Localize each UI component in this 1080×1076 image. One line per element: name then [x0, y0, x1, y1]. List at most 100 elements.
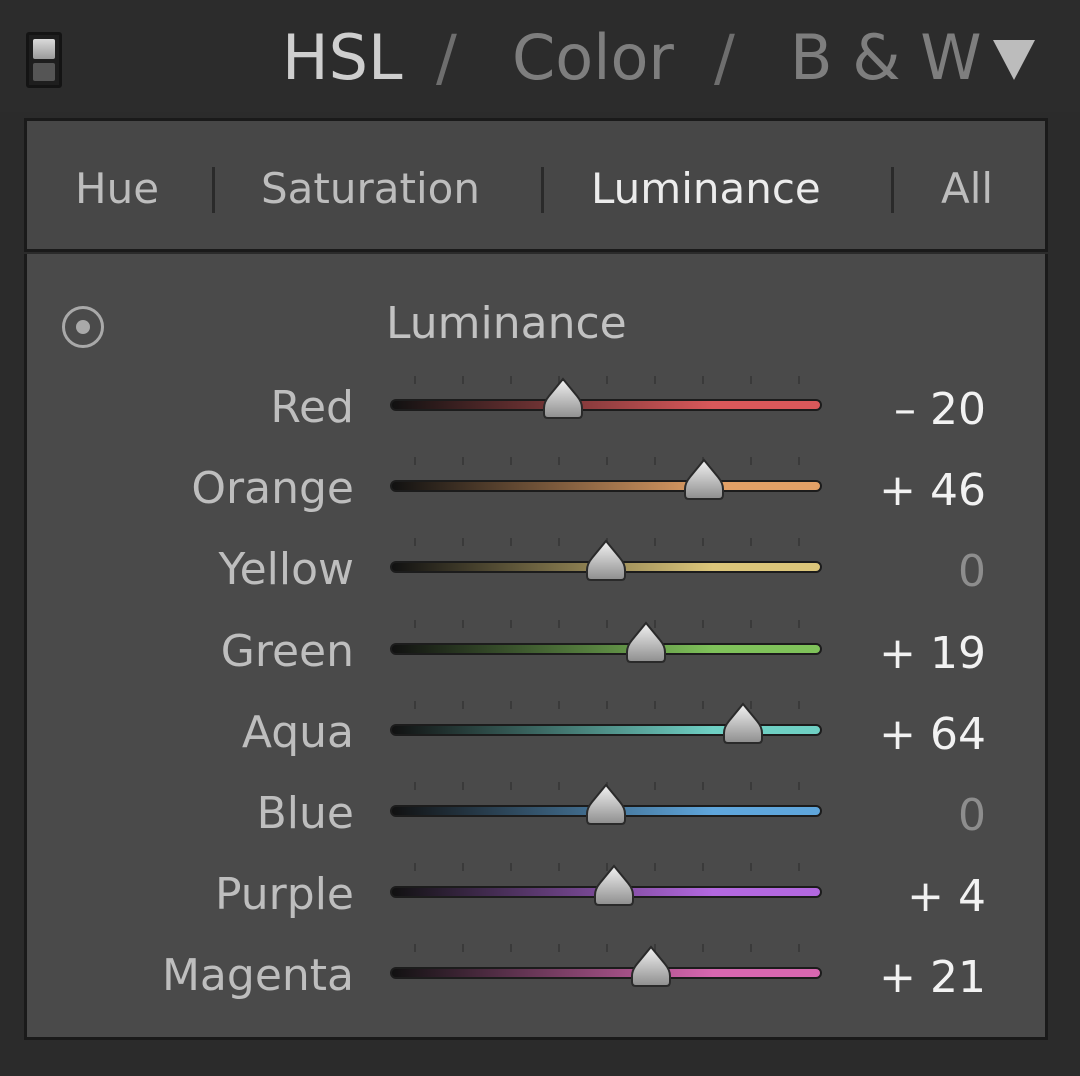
- slider-thumb-icon[interactable]: [682, 457, 726, 503]
- tab-saturation[interactable]: Saturation: [261, 161, 480, 217]
- slider-row-purple: Purple + 4: [0, 863, 1080, 947]
- tick-mark: [798, 700, 800, 709]
- slider-value[interactable]: + 19: [879, 626, 986, 682]
- tick-mark: [510, 863, 512, 872]
- tick-mark: [654, 782, 656, 790]
- slider-label: Green: [220, 625, 354, 677]
- tick-mark: [414, 457, 416, 466]
- tick-mark: [414, 944, 416, 953]
- hsl-mode-link[interactable]: HSL: [282, 18, 403, 98]
- tick-mark: [702, 538, 704, 547]
- tick-mark: [510, 538, 512, 547]
- slider-value[interactable]: – 20: [894, 382, 986, 438]
- tick-mark: [702, 782, 704, 790]
- slider-label: Aqua: [241, 706, 354, 758]
- tab-divider: [891, 167, 894, 213]
- tick-mark: [702, 944, 704, 953]
- slider-track-green[interactable]: [390, 642, 822, 655]
- title-separator: /: [714, 21, 735, 94]
- tick-mark: [654, 376, 656, 384]
- switch-track: [33, 63, 55, 81]
- tick-mark: [558, 782, 560, 790]
- slider-row-yellow: Yellow 0: [0, 538, 1080, 622]
- slider-value[interactable]: + 46: [879, 463, 986, 519]
- tick-mark: [414, 700, 416, 709]
- tick-mark: [462, 700, 464, 709]
- tick-mark: [702, 376, 704, 384]
- tab-divider: [212, 167, 215, 213]
- tick-mark: [510, 457, 512, 466]
- slider-row-magenta: Magenta + 21: [0, 944, 1080, 1028]
- slider-value[interactable]: + 21: [879, 950, 986, 1006]
- panel-switch-icon[interactable]: [26, 32, 62, 88]
- tick-mark: [462, 863, 464, 872]
- slider-track-magenta[interactable]: [390, 967, 822, 980]
- tick-mark: [606, 944, 608, 953]
- tick-mark: [654, 863, 656, 872]
- tick-mark: [510, 700, 512, 709]
- slider-row-blue: Blue 0: [0, 782, 1080, 866]
- tick-mark: [798, 863, 800, 872]
- tick-mark: [702, 700, 704, 709]
- tab-divider: [541, 167, 544, 213]
- tick-mark: [606, 619, 608, 628]
- panel-header: HSL / Color / B & W: [0, 0, 1080, 112]
- slider-thumb-icon[interactable]: [629, 944, 673, 990]
- tick-mark: [606, 457, 608, 466]
- slider-value[interactable]: + 64: [879, 707, 986, 763]
- tick-mark: [750, 782, 752, 790]
- color-mode-link[interactable]: Color: [512, 18, 674, 98]
- slider-thumb-icon[interactable]: [592, 863, 636, 909]
- tab-hue[interactable]: Hue: [75, 161, 159, 217]
- slider-label: Yellow: [218, 544, 354, 596]
- slider-track-red[interactable]: [390, 399, 822, 411]
- tick-mark: [654, 700, 656, 709]
- tick-mark: [558, 619, 560, 628]
- tick-mark: [414, 538, 416, 547]
- tick-mark: [702, 619, 704, 628]
- slider-thumb-icon[interactable]: [584, 782, 628, 828]
- tick-mark: [558, 700, 560, 709]
- tick-mark: [510, 619, 512, 628]
- slider-thumb-icon[interactable]: [541, 376, 585, 422]
- tick-mark: [750, 376, 752, 384]
- bw-mode-link[interactable]: B & W: [790, 18, 982, 98]
- slider-thumb-icon[interactable]: [624, 620, 668, 666]
- slider-value[interactable]: 0: [958, 788, 986, 844]
- tick-mark: [558, 944, 560, 953]
- tick-mark: [750, 457, 752, 466]
- tab-luminance[interactable]: Luminance: [591, 161, 821, 217]
- tick-mark: [654, 538, 656, 547]
- target-dot: [76, 320, 90, 334]
- tick-mark: [414, 376, 416, 384]
- tick-mark: [606, 376, 608, 384]
- tick-mark: [750, 538, 752, 547]
- slider-ticks: [414, 619, 800, 628]
- slider-thumb-icon[interactable]: [721, 701, 765, 747]
- slider-label: Orange: [191, 463, 354, 515]
- tick-mark: [462, 376, 464, 384]
- tick-mark: [462, 538, 464, 547]
- tick-mark: [750, 863, 752, 872]
- tick-mark: [462, 782, 464, 790]
- section-title: Luminance: [386, 298, 627, 349]
- slider-value[interactable]: + 4: [907, 869, 986, 925]
- slider-value[interactable]: 0: [958, 544, 986, 600]
- tick-mark: [510, 944, 512, 953]
- tick-mark: [798, 944, 800, 953]
- slider-track-orange[interactable]: [390, 480, 822, 493]
- tick-mark: [558, 457, 560, 466]
- tick-mark: [414, 782, 416, 790]
- targeted-adjustment-icon[interactable]: [62, 306, 104, 348]
- triangle-down-icon[interactable]: [993, 40, 1035, 80]
- tab-all[interactable]: All: [941, 161, 993, 217]
- tick-mark: [510, 376, 512, 384]
- tick-mark: [462, 457, 464, 466]
- slider-thumb-icon[interactable]: [584, 538, 628, 584]
- slider-label: Red: [270, 382, 354, 433]
- slider-ticks: [414, 457, 800, 466]
- tick-mark: [798, 538, 800, 547]
- tick-mark: [654, 457, 656, 466]
- tick-mark: [798, 782, 800, 790]
- tick-mark: [558, 863, 560, 872]
